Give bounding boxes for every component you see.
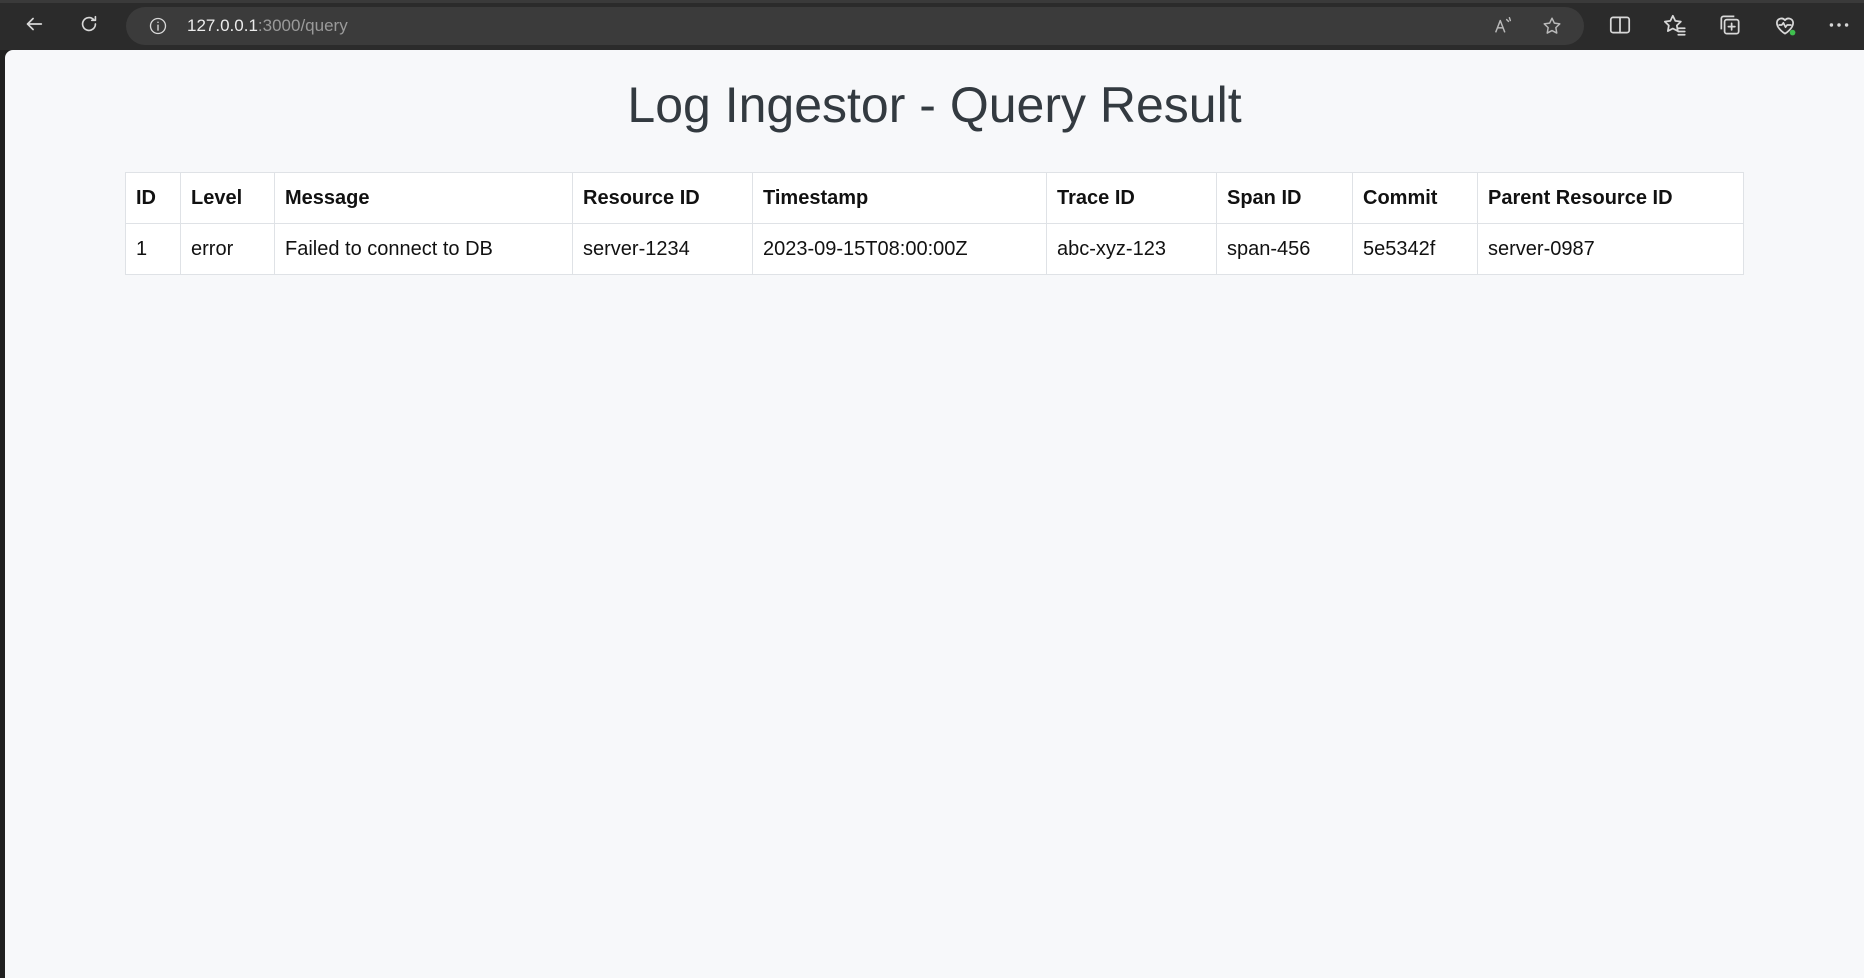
column-header-span-id: Span ID [1216, 172, 1353, 224]
query-results-table: ID Level Message Resource ID Timestamp T… [125, 172, 1744, 275]
address-bar[interactable]: 127.0.0.1:3000/query [126, 7, 1584, 45]
page-title: Log Ingestor - Query Result [627, 77, 1242, 133]
collections-icon[interactable] [1717, 12, 1743, 38]
column-header-resource-id: Resource ID [572, 172, 753, 224]
browser-essentials-icon[interactable] [1772, 12, 1798, 38]
toolbar-topline [0, 0, 1864, 3]
browser-toolbar: 127.0.0.1:3000/query [0, 0, 1864, 50]
cell-span-id: span-456 [1216, 223, 1353, 275]
cell-parent-resource-id: server-0987 [1477, 223, 1744, 275]
split-screen-icon[interactable] [1607, 12, 1633, 38]
back-arrow-icon [23, 13, 45, 40]
back-button[interactable] [17, 9, 51, 43]
cell-trace-id: abc-xyz-123 [1046, 223, 1217, 275]
cell-id: 1 [125, 223, 181, 275]
column-header-parent-resource-id: Parent Resource ID [1477, 172, 1744, 224]
url-path: :3000/query [257, 16, 348, 35]
column-header-trace-id: Trace ID [1046, 172, 1217, 224]
refresh-icon [78, 13, 100, 40]
column-header-timestamp: Timestamp [752, 172, 1047, 224]
favorites-icon[interactable] [1662, 12, 1688, 38]
table-header-row: ID Level Message Resource ID Timestamp T… [125, 172, 1744, 224]
info-icon[interactable] [148, 16, 168, 36]
column-header-commit: Commit [1352, 172, 1478, 224]
column-header-level: Level [180, 172, 275, 224]
column-header-message: Message [274, 172, 573, 224]
more-icon[interactable] [1826, 12, 1852, 38]
read-aloud-icon[interactable] [1492, 15, 1514, 37]
favorite-star-icon[interactable] [1541, 15, 1563, 37]
cell-commit: 5e5342f [1352, 223, 1478, 275]
url-text[interactable]: 127.0.0.1:3000/query [187, 17, 348, 35]
cell-message: Failed to connect to DB [274, 223, 573, 275]
url-host: 127.0.0.1 [187, 16, 258, 35]
cell-resource-id: server-1234 [572, 223, 753, 275]
refresh-button[interactable] [72, 9, 106, 43]
table-row: 1 error Failed to connect to DB server-1… [125, 223, 1744, 275]
cell-level: error [180, 223, 275, 275]
column-header-id: ID [125, 172, 181, 224]
page-content: Log Ingestor - Query Result ID Level Mes… [5, 50, 1864, 978]
cell-timestamp: 2023-09-15T08:00:00Z [752, 223, 1047, 275]
